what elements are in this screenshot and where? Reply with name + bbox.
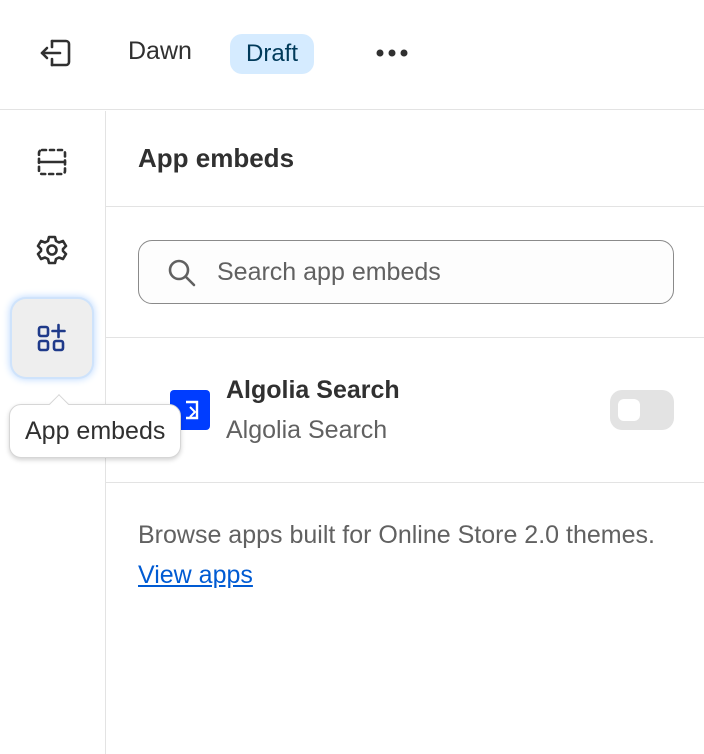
tooltip-label: App embeds xyxy=(25,417,166,445)
status-badge: Draft xyxy=(230,34,315,74)
toggle-knob xyxy=(618,399,640,421)
search-field[interactable] xyxy=(138,240,674,304)
search-input[interactable] xyxy=(217,241,657,303)
app-embed-row: Algolia Search Algolia Search xyxy=(106,338,704,482)
editor-topbar: Dawn Draft xyxy=(0,0,704,110)
search-icon xyxy=(168,259,196,287)
rail-item-sections[interactable] xyxy=(12,123,92,201)
tooltip-app-embeds: App embeds xyxy=(9,394,182,458)
exit-icon xyxy=(40,39,71,67)
sections-icon xyxy=(37,148,67,176)
more-actions-button[interactable] xyxy=(366,32,418,74)
theme-name: Dawn xyxy=(128,37,192,65)
gear-icon xyxy=(36,235,68,265)
rail-item-settings[interactable] xyxy=(12,211,92,289)
app-embed-source: Algolia Search xyxy=(226,416,388,444)
rail-item-app-embeds[interactable] xyxy=(12,299,92,377)
browse-apps-label: Browse apps built for Online Store 2.0 t… xyxy=(138,521,655,549)
app-embed-toggle[interactable] xyxy=(610,390,674,430)
app-embeds-panel: App embeds Algolia Search Algolia Search… xyxy=(106,111,704,754)
divider xyxy=(106,482,704,483)
more-horizontal-icon xyxy=(376,49,408,57)
panel-header: App embeds xyxy=(106,111,704,207)
view-apps-link[interactable]: View apps xyxy=(138,561,253,589)
app-embed-name: Algolia Search xyxy=(226,376,400,404)
browse-apps-text: Browse apps built for Online Store 2.0 t… xyxy=(138,515,658,595)
app-embeds-icon xyxy=(37,323,66,352)
page-title: App embeds xyxy=(138,143,295,173)
exit-button[interactable] xyxy=(32,32,78,74)
